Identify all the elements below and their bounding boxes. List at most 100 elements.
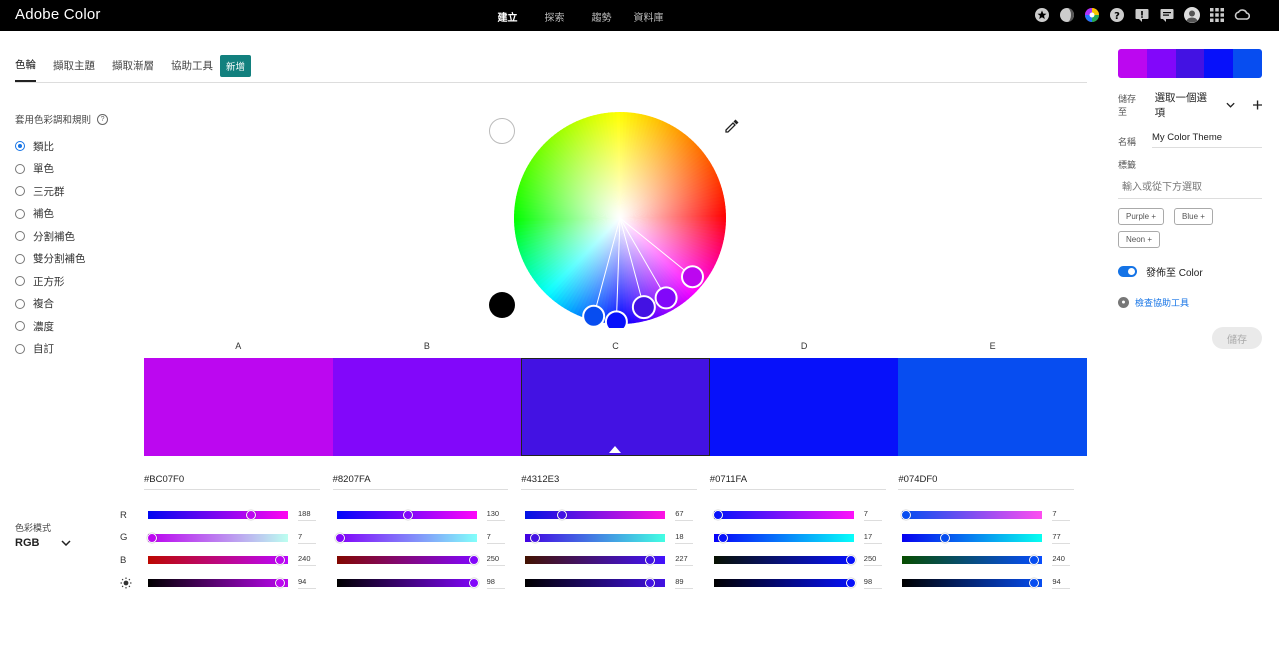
brightness-value-input[interactable]: 89 [675, 577, 694, 589]
theme-name-input[interactable]: My Color Theme [1152, 132, 1262, 148]
slider-handle[interactable] [1028, 577, 1039, 588]
rule-analogous[interactable]: 類比 [15, 135, 86, 158]
brightness-slider[interactable] [525, 577, 666, 588]
green-value-input[interactable]: 7 [486, 532, 505, 544]
green-slider[interactable] [525, 532, 666, 543]
color-wheel-icon[interactable] [1083, 6, 1101, 24]
slider-handle[interactable] [846, 555, 857, 566]
red-value-input[interactable]: 188 [298, 509, 316, 522]
avatar[interactable] [1183, 6, 1201, 24]
brightness-slider[interactable] [713, 577, 856, 588]
slider-handle[interactable] [939, 532, 950, 543]
rule-compound[interactable]: 複合 [15, 293, 86, 316]
blue-value-input[interactable]: 240 [1052, 554, 1071, 567]
rule-shades[interactable]: 濃度 [15, 315, 86, 338]
rule-double-split-complementary[interactable]: 雙分割補色 [15, 248, 86, 271]
blue-slider[interactable] [902, 555, 1043, 566]
blue-value-input[interactable]: 250 [486, 554, 505, 567]
swatch-a[interactable] [144, 358, 333, 456]
slider-handle[interactable] [712, 510, 723, 521]
red-value-input[interactable]: 7 [1052, 509, 1071, 522]
nav-create[interactable]: 建立 [484, 9, 531, 24]
tag-blue[interactable]: Blue + [1174, 208, 1213, 225]
brightness-value-input[interactable]: 98 [486, 577, 505, 589]
slider-handle[interactable] [1029, 555, 1040, 566]
slider-handle[interactable] [274, 555, 285, 566]
swatch-d[interactable] [709, 358, 899, 456]
hex-input-e[interactable]: #074DF0 [898, 474, 1075, 490]
slider-handle[interactable] [901, 510, 912, 521]
blue-slider[interactable] [148, 555, 288, 566]
slider-handle[interactable] [146, 532, 157, 543]
hex-input-a[interactable]: #BC07F0 [144, 474, 320, 490]
slider-handle[interactable] [468, 577, 479, 588]
add-library-icon[interactable] [1252, 100, 1263, 110]
rule-triad[interactable]: 三元群 [15, 180, 86, 203]
slider-handle[interactable] [644, 555, 655, 566]
green-slider[interactable] [713, 532, 854, 543]
red-slider[interactable] [901, 510, 1043, 521]
grid-apps-icon[interactable] [1208, 6, 1226, 24]
save-button[interactable]: 儲存 [1212, 327, 1262, 349]
green-slider[interactable] [146, 532, 288, 543]
green-value-input[interactable]: 18 [675, 532, 694, 544]
brightness-value-input[interactable]: 94 [298, 577, 316, 589]
slider-handle[interactable] [556, 510, 567, 521]
red-value-input[interactable]: 130 [486, 509, 505, 522]
brightness-value-input[interactable]: 94 [1052, 577, 1071, 589]
swatch-e[interactable] [898, 358, 1087, 456]
rule-custom[interactable]: 自訂 [15, 338, 86, 361]
hex-input-b[interactable]: #8207FA [332, 474, 509, 490]
slider-handle[interactable] [468, 555, 479, 566]
slider-handle[interactable] [845, 577, 856, 588]
swatch-c[interactable] [521, 358, 710, 456]
wheel-handle-b[interactable] [654, 286, 678, 310]
hex-input-d[interactable]: #0711FA [709, 474, 886, 490]
tab-accessibility-tools[interactable]: 協助工具 [171, 58, 213, 81]
library-select[interactable]: 選取一個選項 [1155, 90, 1212, 120]
brightness-slider[interactable] [902, 577, 1043, 588]
green-value-input[interactable]: 77 [1052, 532, 1071, 544]
slider-handle[interactable] [718, 532, 729, 543]
swatch-b[interactable] [332, 358, 522, 456]
tab-extract-theme[interactable]: 擷取主題 [53, 58, 95, 81]
brightness-slider[interactable] [336, 577, 479, 588]
creative-cloud-icon[interactable] [1233, 6, 1251, 24]
slider-handle[interactable] [530, 532, 541, 543]
rule-monochromatic[interactable]: 單色 [15, 158, 86, 181]
star-icon[interactable] [1033, 6, 1051, 24]
slider-handle[interactable] [246, 510, 257, 521]
red-slider[interactable] [148, 510, 288, 521]
red-slider[interactable] [336, 510, 477, 521]
color-wheel[interactable] [510, 108, 730, 328]
app-title[interactable]: Adobe Color [15, 6, 101, 23]
wheel-handle-c[interactable] [631, 295, 656, 320]
nav-trends[interactable]: 趨勢 [578, 9, 625, 24]
blue-slider[interactable] [713, 555, 857, 566]
blue-value-input[interactable]: 250 [863, 554, 882, 567]
rule-square[interactable]: 正方形 [15, 270, 86, 293]
slider-handle[interactable] [274, 577, 285, 588]
accessibility-link[interactable]: ● 檢查協助工具 [1118, 296, 1262, 309]
green-value-input[interactable]: 7 [298, 532, 316, 544]
brightness-value-input[interactable]: 98 [863, 577, 882, 589]
wheel-handle-a[interactable] [680, 265, 704, 289]
blue-value-input[interactable]: 240 [298, 554, 316, 567]
red-slider[interactable] [712, 510, 854, 521]
blue-value-input[interactable]: 227 [675, 554, 694, 567]
rule-split-complementary[interactable]: 分割補色 [15, 225, 86, 248]
help-icon[interactable]: ? [97, 113, 109, 125]
alert-icon[interactable] [1133, 6, 1151, 24]
green-slider[interactable] [335, 532, 477, 543]
tab-extract-gradient[interactable]: 擷取漸層 [112, 58, 154, 81]
nav-explore[interactable]: 探索 [531, 9, 578, 24]
rule-complementary[interactable]: 補色 [15, 203, 86, 226]
slider-handle[interactable] [335, 532, 346, 543]
wheel-handle-d[interactable] [604, 310, 628, 328]
red-slider[interactable] [525, 510, 666, 521]
red-value-input[interactable]: 7 [863, 509, 882, 522]
red-value-input[interactable]: 67 [675, 509, 694, 522]
blue-slider[interactable] [336, 555, 479, 566]
blue-slider[interactable] [525, 555, 666, 566]
moon-icon[interactable] [1058, 6, 1076, 24]
